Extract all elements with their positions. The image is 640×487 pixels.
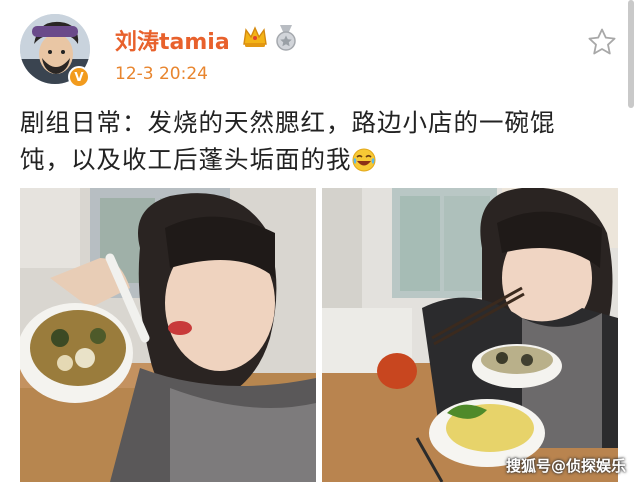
post-text-line-2: 饨，以及收工后蓬头垢面的我 — [20, 145, 352, 174]
eating-wonton-photo[interactable] — [20, 188, 316, 482]
post-body-text: 剧组日常：发烧的天然腮红，路边小店的一碗馄 饨，以及收工后蓬头垢面的我 — [20, 104, 595, 178]
watermark: 搜狐号@侦探娱乐 — [505, 457, 626, 475]
medal-icon[interactable] — [274, 23, 298, 51]
star-icon[interactable] — [587, 27, 617, 57]
weibo-post-card: V 刘涛tamia 12-3 20:24 剧组日常：发烧的天然腮红，路边小店的一… — [0, 0, 640, 487]
verified-icon: V — [68, 66, 90, 88]
scrollbar[interactable] — [628, 0, 634, 108]
post-timestamp[interactable]: 12-3 20:24 — [115, 64, 208, 84]
post-text-line-1: 剧组日常：发烧的天然腮红，路边小店的一碗馄 — [20, 108, 556, 137]
chopsticks-photo[interactable] — [322, 188, 618, 482]
laughing-emoji-icon — [352, 148, 375, 172]
username[interactable]: 刘涛tamia — [115, 24, 230, 56]
crown-icon[interactable] — [242, 24, 268, 50]
